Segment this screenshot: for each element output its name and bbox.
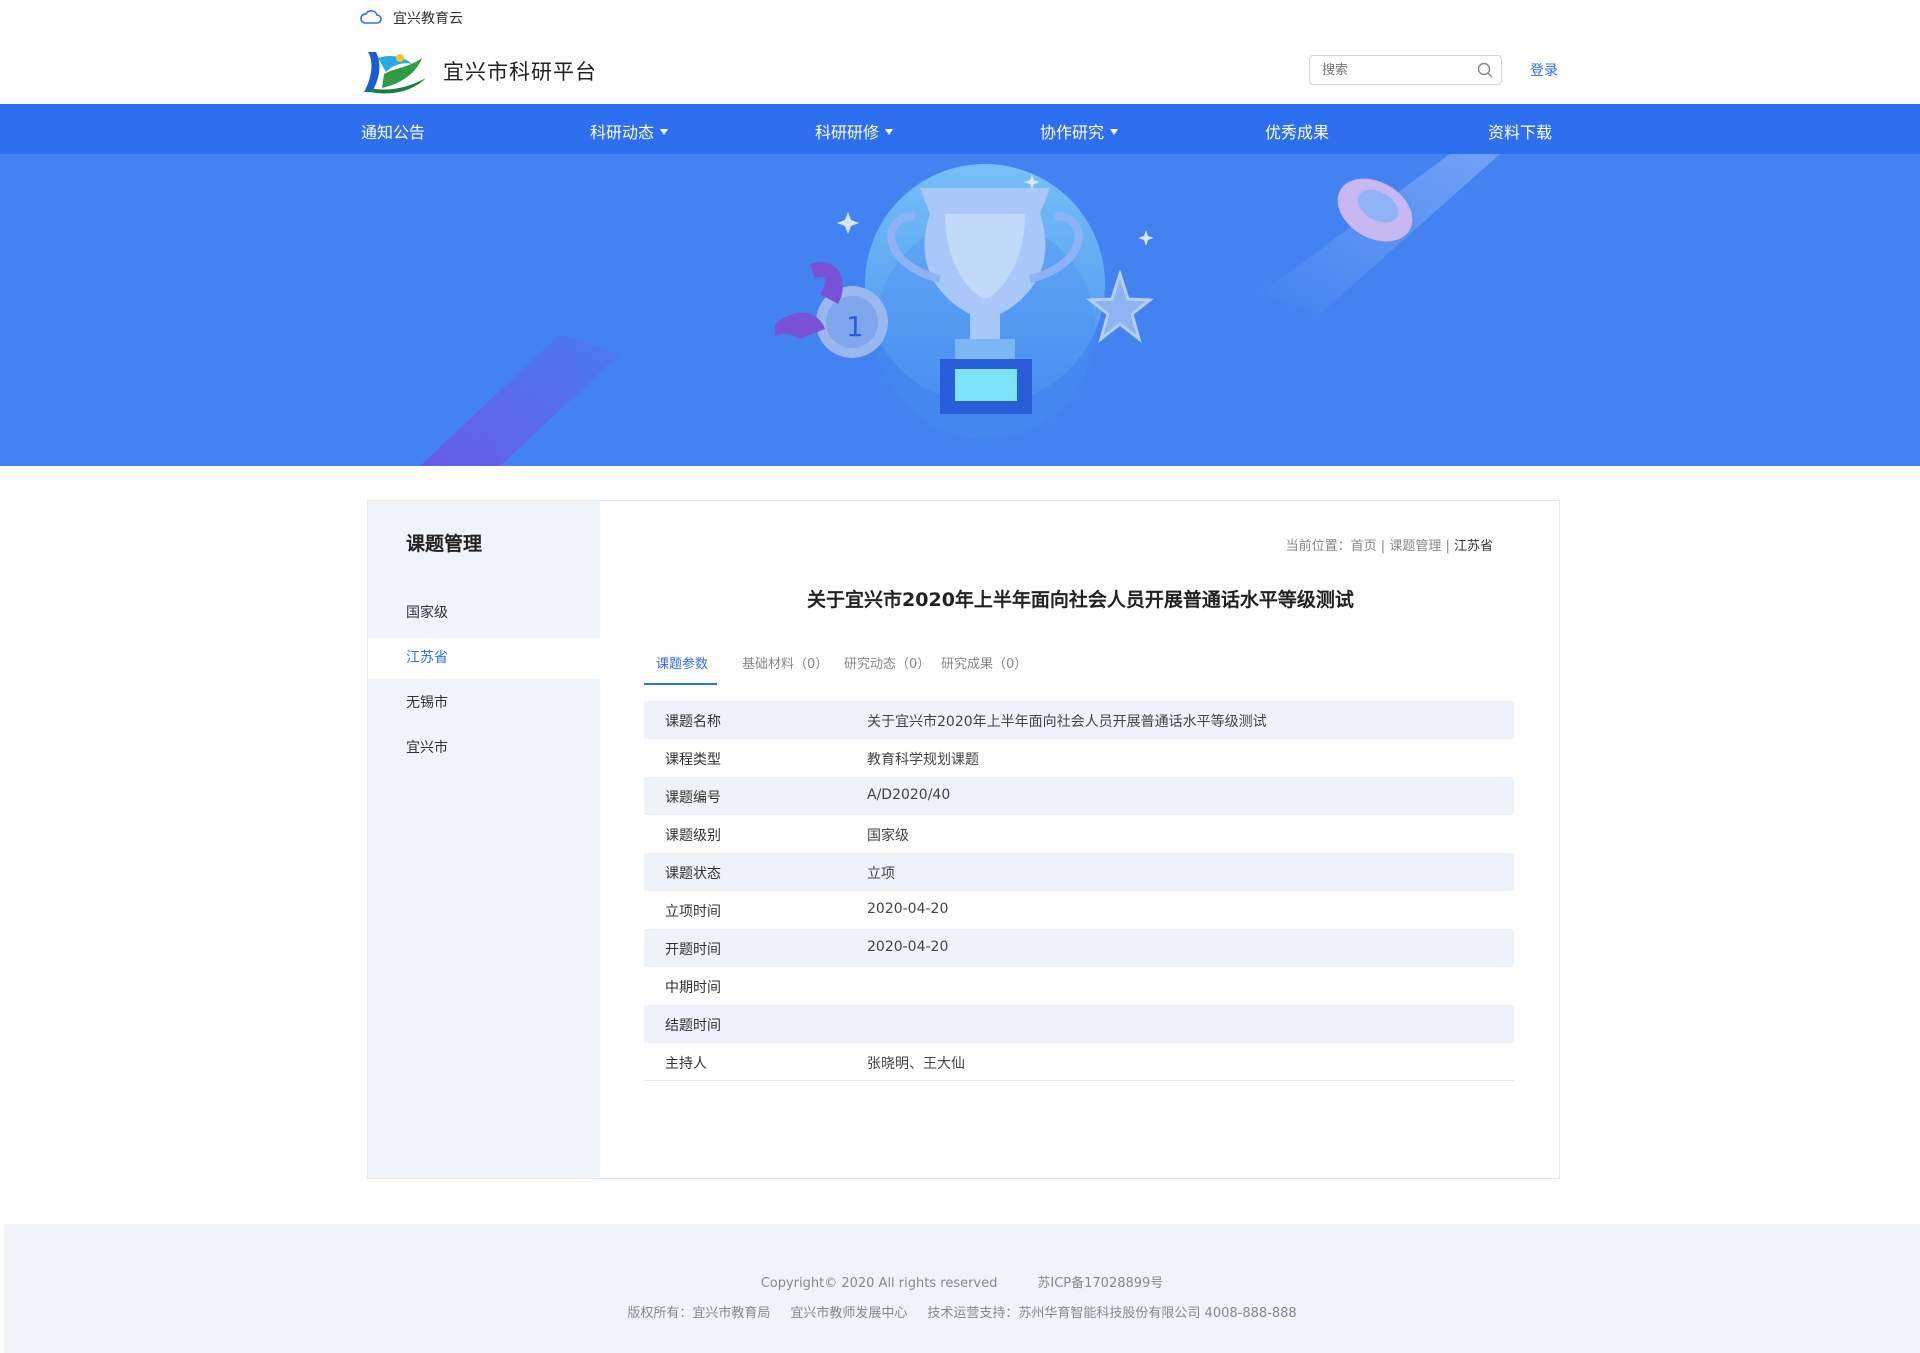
caret-down-icon xyxy=(660,128,669,135)
center-text: 宜兴市教师发展中心 xyxy=(790,1306,908,1321)
sidebar-item-yixing[interactable]: 宜兴市 xyxy=(368,728,600,768)
header: 宜兴市科研平台 登录 xyxy=(0,36,1920,104)
caret-down-icon xyxy=(885,128,894,135)
breadcrumb-current: 江苏省 xyxy=(1453,539,1493,554)
active-tab-indicator xyxy=(644,683,717,685)
footer: Copyright© 2020 All rights reserved 苏ICP备… xyxy=(4,1224,1920,1353)
footer-line-2: 版权所有：宜兴市教育局 宜兴市教师发展中心 技术运营支持：苏州华育智能科技股份有限公… xyxy=(4,1302,1920,1321)
table-row: 主持人 张晓明、王大仙 xyxy=(644,1043,1514,1081)
content-panel: 课题管理 国家级 江苏省 无锡市 宜兴市 当前位置：首页 | 课题管理 | 江苏… xyxy=(367,500,1560,1179)
nav-item-label: 科研动态 xyxy=(590,123,655,142)
search-icon[interactable] xyxy=(1477,62,1493,78)
nav-item-label: 协作研究 xyxy=(1040,123,1105,142)
table-row: 课题状态 立项 xyxy=(644,853,1514,891)
table-row: 中期时间 xyxy=(644,967,1514,1005)
nav-item-label: 优秀成果 xyxy=(1265,123,1330,142)
param-key: 主持人 xyxy=(665,1056,707,1072)
nav-item-label: 通知公告 xyxy=(361,123,426,142)
caret-down-icon xyxy=(1110,128,1119,135)
tab-materials[interactable]: 基础材料（0） xyxy=(742,653,828,672)
breadcrumb-section[interactable]: 课题管理 xyxy=(1389,539,1441,554)
svg-text:1: 1 xyxy=(846,310,864,343)
cloud-icon xyxy=(360,10,382,24)
breadcrumb-prefix: 当前位置： xyxy=(1285,539,1351,554)
trophy-illustration: 1 xyxy=(420,154,1500,466)
tab-params[interactable]: 课题参数 xyxy=(656,653,708,672)
nav-item-collaboration[interactable]: 协作研究 xyxy=(1040,119,1119,143)
phone-text: 4008-888-888 xyxy=(1204,1306,1297,1321)
table-row: 课题名称 关于宜兴市2020年上半年面向社会人员开展普通话水平等级测试 xyxy=(644,701,1514,739)
param-key: 立项时间 xyxy=(665,904,721,920)
platform-logo xyxy=(364,52,426,94)
nav-item-label: 资料下载 xyxy=(1488,123,1553,142)
param-key: 开题时间 xyxy=(665,942,721,958)
copyright-text: Copyright© 2020 All rights reserved xyxy=(760,1276,998,1291)
main-nav: 通知公告 科研动态 科研研修 协作研究 优秀成果 资料下载 xyxy=(0,104,1920,154)
page-title: 关于宜兴市2020年上半年面向社会人员开展普通话水平等级测试 xyxy=(807,589,1354,611)
nav-item-research-training[interactable]: 科研研修 xyxy=(815,119,894,143)
table-row: 开题时间 2020-04-20 xyxy=(644,929,1514,967)
param-value: 关于宜兴市2020年上半年面向社会人员开展普通话水平等级测试 xyxy=(867,714,1267,730)
param-value: 张晓明、王大仙 xyxy=(867,1056,965,1072)
param-key: 课程类型 xyxy=(665,752,721,768)
param-value: 教育科学规划课题 xyxy=(867,752,979,768)
param-value: 2020-04-20 xyxy=(867,939,949,955)
site-title: 宜兴市科研平台 xyxy=(443,60,597,84)
owner-text: 版权所有：宜兴市教育局 xyxy=(627,1306,771,1321)
footer-line-1: Copyright© 2020 All rights reserved 苏ICP备… xyxy=(4,1272,1920,1291)
icp-link[interactable]: 苏ICP备17028899号 xyxy=(1037,1276,1163,1291)
banner: 1 xyxy=(0,154,1920,466)
param-value: 国家级 xyxy=(867,828,909,844)
param-key: 课题状态 xyxy=(665,866,721,882)
table-row: 结题时间 xyxy=(644,1005,1514,1043)
sidebar-item-national[interactable]: 国家级 xyxy=(368,593,600,633)
sidebar: 课题管理 国家级 江苏省 无锡市 宜兴市 xyxy=(368,501,600,1178)
sidebar-title: 课题管理 xyxy=(406,533,483,555)
table-row: 课题编号 A/D2020/40 xyxy=(644,777,1514,815)
table-row: 课程类型 教育科学规划课题 xyxy=(644,739,1514,777)
param-key: 中期时间 xyxy=(665,980,721,996)
support-text: 技术运营支持：苏州华育智能科技股份有限公司 xyxy=(927,1306,1201,1321)
param-key: 结题时间 xyxy=(665,1018,721,1034)
table-row: 立项时间 2020-04-20 xyxy=(644,891,1514,929)
table-row: 课题级别 国家级 xyxy=(644,815,1514,853)
nav-item-label: 科研研修 xyxy=(815,123,880,142)
breadcrumb: 当前位置：首页 | 课题管理 | 江苏省 xyxy=(1286,535,1493,554)
nav-item-achievements[interactable]: 优秀成果 xyxy=(1265,119,1329,143)
sidebar-item-wuxi[interactable]: 无锡市 xyxy=(368,683,600,723)
breadcrumb-separator: | xyxy=(1445,539,1454,554)
edu-cloud-label[interactable]: 宜兴教育云 xyxy=(393,8,463,28)
nav-item-downloads[interactable]: 资料下载 xyxy=(1488,119,1552,143)
param-key: 课题编号 xyxy=(665,790,721,806)
search-box xyxy=(1309,55,1502,85)
top-bar: 宜兴教育云 xyxy=(0,0,1920,36)
param-value: A/D2020/40 xyxy=(867,787,951,803)
param-value: 立项 xyxy=(867,866,895,882)
param-key: 课题名称 xyxy=(665,714,721,730)
breadcrumb-home[interactable]: 首页 xyxy=(1351,539,1377,554)
nav-item-research-news[interactable]: 科研动态 xyxy=(590,119,669,143)
param-value: 2020-04-20 xyxy=(867,901,949,917)
login-link[interactable]: 登录 xyxy=(1530,60,1558,80)
param-key: 课题级别 xyxy=(665,828,721,844)
search-input[interactable] xyxy=(1322,61,1462,79)
tab-research-news[interactable]: 研究动态（0） xyxy=(844,653,930,672)
nav-item-notices[interactable]: 通知公告 xyxy=(361,119,425,143)
params-table: 课题名称 关于宜兴市2020年上半年面向社会人员开展普通话水平等级测试 课程类型 教… xyxy=(644,701,1514,1081)
tab-research-results[interactable]: 研究成果（0） xyxy=(941,653,1027,672)
sidebar-item-jiangsu[interactable]: 江苏省 xyxy=(368,638,600,678)
